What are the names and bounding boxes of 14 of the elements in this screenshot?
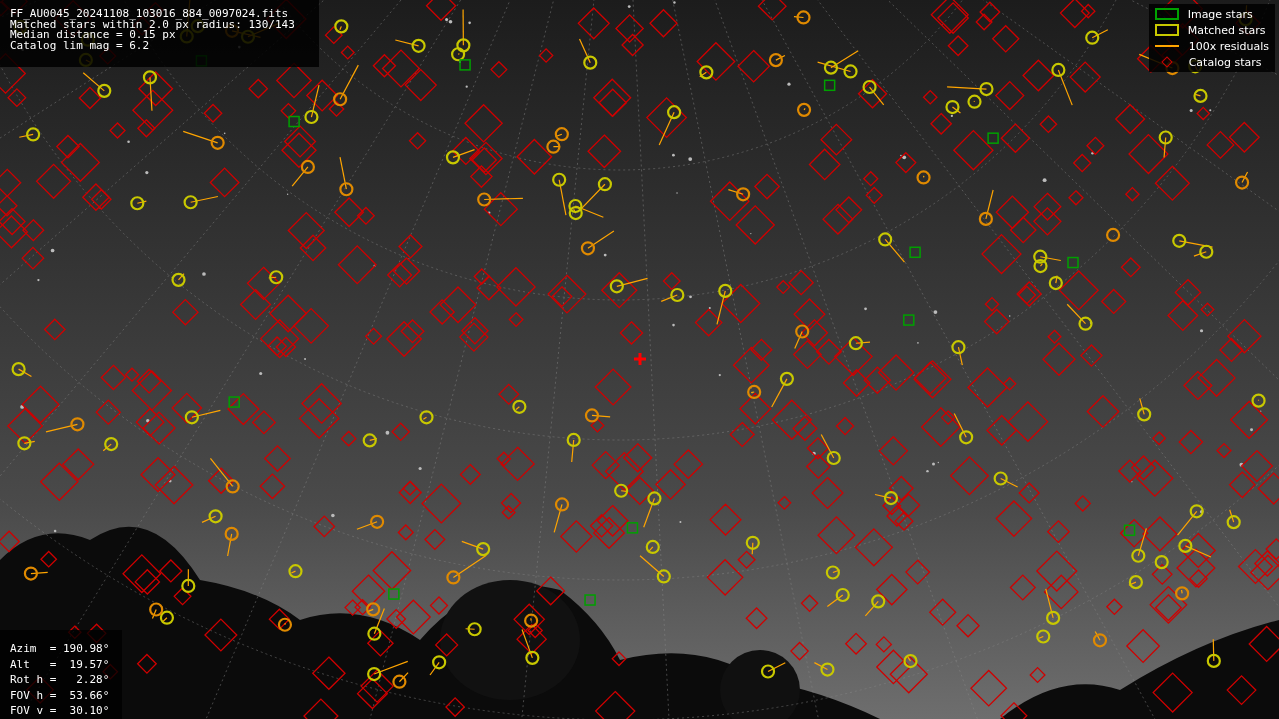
readout-text: Rot h = 2.28°	[10, 672, 110, 688]
info-text: Median distance = 0.15 px	[10, 30, 176, 41]
readout-text: FOV v = 30.10°	[10, 703, 110, 719]
info-text: FF_AU0045_20241108_103016_884_0097024.fits	[10, 9, 289, 20]
info-text: Matched stars within 2.0 px radius: 130/143	[10, 19, 295, 30]
legend-label: 100x residuals	[1188, 39, 1269, 53]
readout-text: Alt = 19.57°	[10, 656, 110, 672]
center-cross-icon	[633, 352, 647, 366]
readout-text: Azim = 190.98°	[10, 641, 110, 657]
legend-label: Matched stars	[1187, 23, 1266, 37]
info-text: Catalog lim mag = 6.2	[10, 40, 150, 51]
legend-label: Catalog stars	[1188, 55, 1262, 69]
legend-label: Image stars	[1187, 7, 1253, 21]
readout-text: FOV h = 53.66°	[10, 687, 110, 703]
